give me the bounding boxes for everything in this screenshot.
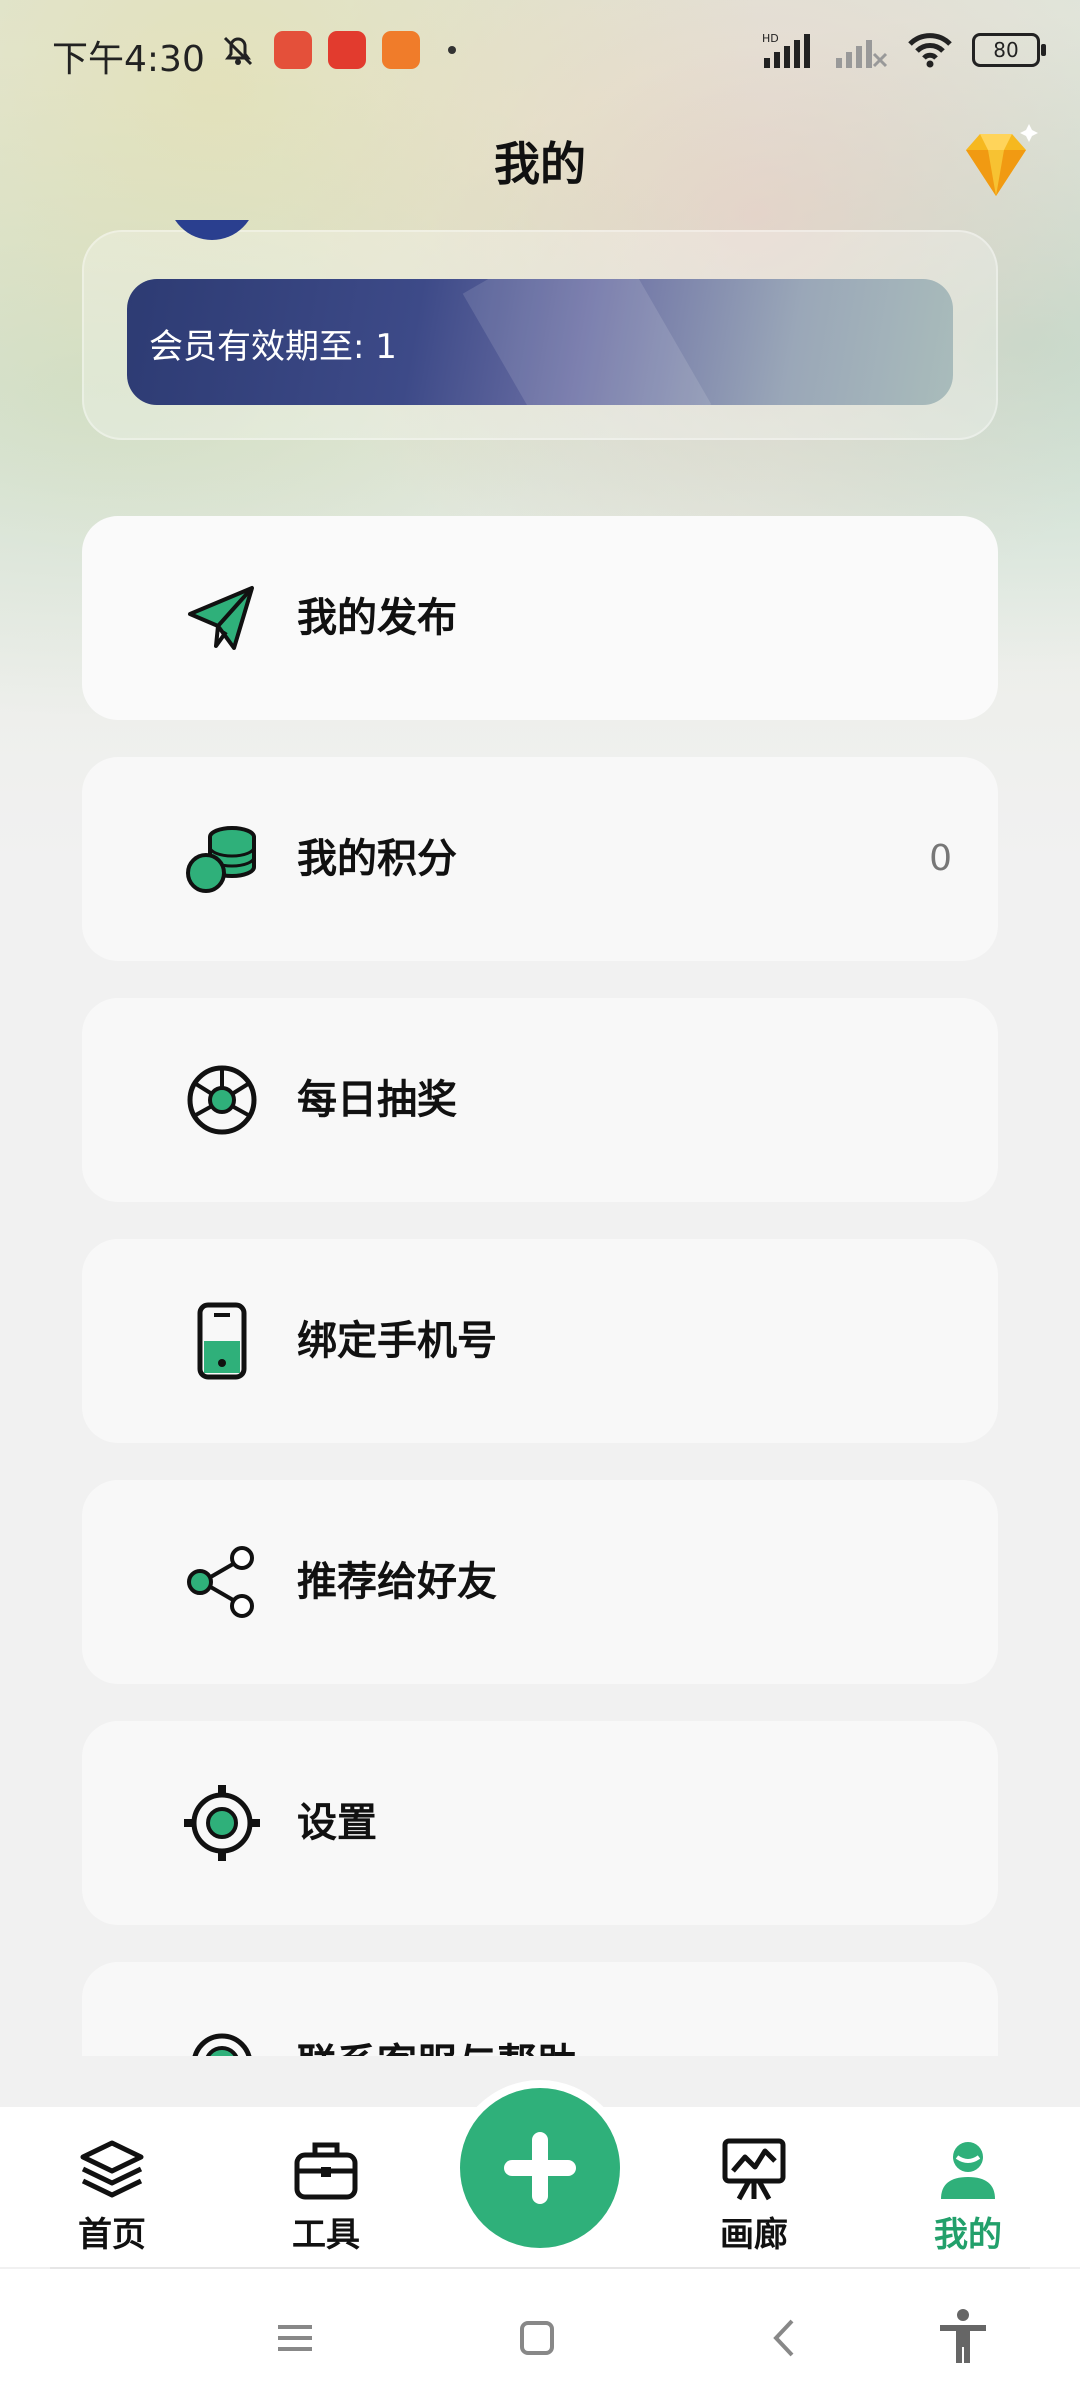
plus-icon <box>504 2132 576 2204</box>
menu-item-label: 我的发布 <box>297 595 457 641</box>
gallery-easel-icon <box>722 2138 786 2201</box>
more-notifications-dot <box>448 46 456 54</box>
menu-item-recommend[interactable]: 推荐给好友 <box>82 1480 998 1684</box>
menu-item-label: 每日抽奖 <box>297 1077 457 1123</box>
battery-icon: 80 <box>972 33 1046 67</box>
status-system-icons: HD 80 <box>760 30 1046 70</box>
signal-no-service-icon <box>836 40 888 68</box>
system-nav-bar <box>0 2269 1080 2400</box>
status-time: 下午4:30 <box>52 39 205 80</box>
tab-label: 画廊 <box>720 2215 788 2255</box>
tab-gallery[interactable]: 画廊 <box>684 2135 824 2256</box>
menu-item-label: 联系客服与帮助 <box>297 1962 577 2056</box>
menu-item-my-points[interactable]: 我的积分 0 <box>82 757 998 961</box>
tab-label: 我的 <box>934 2215 1002 2255</box>
tab-label: 工具 <box>292 2215 360 2255</box>
banner-sheen <box>462 279 712 405</box>
layers-icon <box>80 2140 144 2198</box>
tab-tools[interactable]: 工具 <box>256 2135 396 2256</box>
menu-item-bind-phone[interactable]: 绑定手机号 <box>82 1239 998 1443</box>
membership-banner[interactable]: 会员有效期至: 1 <box>127 279 953 405</box>
prize-wheel-icon <box>187 1065 257 1135</box>
back-icon[interactable] <box>760 2313 810 2363</box>
create-button[interactable] <box>452 2080 628 2256</box>
menu-icon[interactable] <box>270 2313 320 2363</box>
app-notification-icon <box>328 31 366 69</box>
wifi-icon <box>908 33 952 68</box>
page-title: 我的 <box>494 137 586 191</box>
create-button-circle <box>460 2088 620 2248</box>
silent-bell-icon <box>223 36 253 66</box>
phone-icon <box>197 1302 247 1380</box>
status-bar: 下午4:30 HD 80 <box>0 0 1080 105</box>
menu-item-daily-lottery[interactable]: 每日抽奖 <box>82 998 998 1202</box>
menu-item-label: 设置 <box>297 1800 377 1846</box>
tab-label: 首页 <box>78 2215 146 2255</box>
menu-item-label: 我的积分 <box>297 836 457 882</box>
menu-item-settings[interactable]: 设置 <box>82 1721 998 1925</box>
menu-item-label: 推荐给好友 <box>297 1559 497 1605</box>
vip-diamond-icon[interactable] <box>952 120 1040 208</box>
settings-icon <box>184 1785 260 1861</box>
menu-item-my-posts[interactable]: 我的发布 <box>82 516 998 720</box>
signal-hd-icon: HD <box>762 32 810 68</box>
coins-icon <box>186 826 256 893</box>
share-icon <box>187 1546 254 1618</box>
membership-expiry-text: 会员有效期至: 1 <box>149 327 397 367</box>
status-notification-icons <box>218 30 456 70</box>
home-icon[interactable] <box>512 2313 562 2363</box>
app-notification-icon <box>382 31 420 69</box>
tab-mine[interactable]: 我的 <box>898 2135 1038 2256</box>
paper-plane-icon <box>188 586 254 650</box>
menu-item-support[interactable]: 联系客服与帮助 <box>82 1962 998 2056</box>
menu-item-label: 绑定手机号 <box>297 1318 497 1364</box>
menu-scroll-area[interactable]: 我的发布 我的积分 0 每日抽奖 绑定手机号 推荐给好友 设置 <box>0 516 1080 2056</box>
user-icon <box>941 2142 995 2199</box>
tab-home[interactable]: 首页 <box>42 2135 182 2256</box>
app-notification-icon <box>274 31 312 69</box>
support-icon <box>192 2033 252 2056</box>
points-value: 0 <box>929 838 952 879</box>
accessibility-icon[interactable] <box>936 2307 990 2367</box>
svg-text:HD: HD <box>762 32 779 45</box>
toolbox-icon <box>294 2142 358 2200</box>
